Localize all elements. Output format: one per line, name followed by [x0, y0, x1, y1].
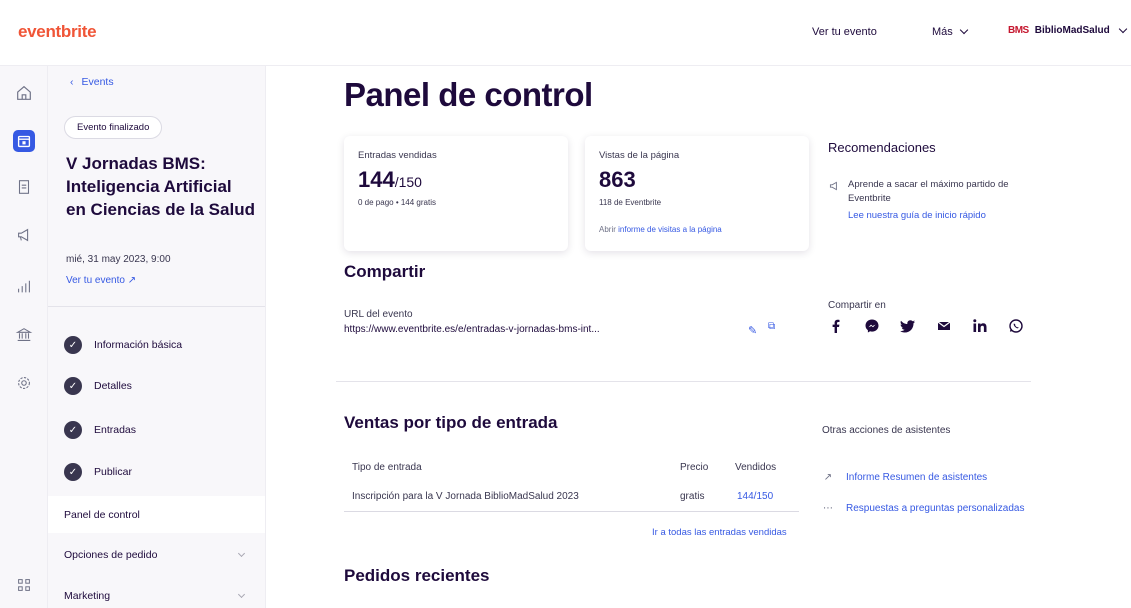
- recent-orders-title: Pedidos recientes: [344, 566, 490, 585]
- page-views-card: Vistas de la página 863 118 de Eventbrit…: [585, 136, 809, 251]
- whatsapp-icon[interactable]: [1008, 318, 1024, 334]
- share-title: Compartir: [344, 262, 426, 281]
- event-date: mié, 31 may 2023, 9:00: [66, 254, 171, 265]
- chevron-left-icon: ‹: [70, 76, 74, 88]
- org-name: BiblioMadSalud: [1034, 25, 1110, 36]
- all-tickets-sold-link[interactable]: Ir a todas las entradas vendidas: [652, 527, 787, 538]
- calendar-icon[interactable]: [13, 130, 35, 152]
- view-event-label: Ver tu evento: [66, 275, 125, 286]
- tickets-sold-value: 144/150: [358, 167, 422, 193]
- org-logo: BMS: [1008, 25, 1029, 36]
- megaphone-icon: [828, 180, 840, 195]
- tickets-sold-count: 144: [358, 167, 395, 192]
- step-tickets[interactable]: ✓ Entradas: [64, 421, 136, 439]
- event-title: V Jornadas BMS: Inteligencia Artificial …: [66, 154, 255, 219]
- icon-rail: [0, 66, 48, 608]
- gear-icon[interactable]: [13, 372, 35, 394]
- step-label: Información básica: [94, 339, 183, 351]
- attendee-actions-title: Otras acciones de asistentes: [822, 425, 951, 436]
- table-header-price: Precio: [680, 462, 709, 473]
- share-on-label: Compartir en: [828, 300, 886, 311]
- share-icons: [828, 318, 1044, 334]
- linkedin-icon[interactable]: [972, 318, 988, 334]
- table-row-divider: [344, 511, 799, 512]
- tickets-sold-card: Entradas vendidas 144/150 0 de pago • 14…: [344, 136, 568, 251]
- custom-questions-link[interactable]: ⋯ Respuestas a preguntas personalizadas: [822, 503, 1024, 514]
- table-header-sold: Vendidos: [735, 462, 777, 473]
- event-url-label: URL del evento: [344, 309, 413, 320]
- chevron-down-icon: [959, 25, 969, 35]
- divider: [48, 306, 265, 307]
- step-publish[interactable]: ✓ Publicar: [64, 463, 132, 481]
- back-label: Events: [81, 76, 114, 88]
- event-sidebar: ‹ Events Evento finalizado V Jornadas BMS…: [48, 66, 266, 608]
- facebook-icon[interactable]: [828, 318, 844, 334]
- attendee-summary-report-link[interactable]: ↗ Informe Resumen de asistentes: [822, 472, 987, 483]
- table-cell-price: gratis: [680, 491, 705, 502]
- recommendations-title: Recomendaciones: [828, 140, 936, 155]
- view-event-sidebar-link[interactable]: Ver tu evento ↗: [66, 275, 136, 286]
- home-icon[interactable]: [13, 82, 35, 104]
- page-title: Panel de control: [344, 76, 593, 113]
- recommendations-text: Aprende a sacar el máximo partido de Eve…: [848, 179, 1009, 204]
- page-views-value: 863: [599, 167, 636, 192]
- chevron-down-icon: [1118, 24, 1127, 33]
- chevron-down-icon: [237, 549, 246, 558]
- page-views-report: Abrir informe de visitas a la página: [599, 225, 722, 234]
- organization-menu[interactable]: BMS BiblioMadSalud: [1008, 24, 1127, 36]
- step-basic-info[interactable]: ✓ Información básica: [64, 336, 182, 354]
- page-views-label: Vistas de la página: [599, 150, 680, 161]
- email-icon[interactable]: [936, 318, 952, 334]
- back-to-events-link[interactable]: ‹ Events: [70, 76, 114, 88]
- sidebar-item-label: Marketing: [64, 590, 111, 602]
- tickets-total: /150: [394, 174, 422, 190]
- step-details[interactable]: ✓ Detalles: [64, 377, 132, 395]
- sidebar-item-marketing[interactable]: Marketing: [64, 590, 250, 602]
- step-label: Detalles: [94, 380, 132, 392]
- pencil-icon[interactable]: ✎: [748, 324, 757, 337]
- chevron-down-icon: [237, 590, 246, 599]
- megaphone-icon[interactable]: [13, 224, 35, 246]
- bar-chart-icon[interactable]: [13, 276, 35, 298]
- external-link-icon: ↗: [127, 275, 137, 286]
- sales-by-ticket-title: Ventas por tipo de entrada: [344, 413, 558, 432]
- apps-grid-icon[interactable]: [13, 574, 35, 596]
- section-divider: [336, 381, 1031, 382]
- sidebar-item-order-options[interactable]: Opciones de pedido: [64, 549, 250, 561]
- check-icon: ✓: [64, 421, 82, 439]
- step-label: Entradas: [94, 424, 137, 436]
- top-bar: eventbrite Ver tu evento Más BMS BiblioM…: [0, 0, 1131, 66]
- check-icon: ✓: [64, 377, 82, 395]
- line-chart-icon: ↗: [823, 472, 833, 483]
- action-label: Informe Resumen de asistentes: [846, 472, 988, 483]
- more-label: Más: [932, 26, 953, 38]
- table-cell-type: Inscripción para la V Jornada BiblioMadS…: [352, 491, 579, 502]
- check-icon: ✓: [64, 463, 82, 481]
- tickets-sold-label: Entradas vendidas: [358, 150, 437, 161]
- table-header-type: Tipo de entrada: [352, 462, 422, 473]
- quick-start-guide-link[interactable]: Lee nuestra guía de inicio rápido: [848, 210, 986, 221]
- check-icon: ✓: [64, 336, 82, 354]
- status-badge: Evento finalizado: [64, 116, 163, 139]
- table-cell-sold[interactable]: 144/150: [737, 491, 773, 502]
- messenger-icon[interactable]: [864, 318, 880, 334]
- tickets-breakdown: 0 de pago • 144 gratis: [358, 198, 436, 207]
- action-label: Respuestas a preguntas personalizadas: [846, 503, 1025, 514]
- sidebar-item-label: Opciones de pedido: [64, 549, 158, 561]
- sidebar-item-label: Panel de control: [64, 509, 140, 521]
- copy-icon[interactable]: ⧉: [768, 321, 775, 332]
- link-prefix: Abrir: [599, 225, 616, 234]
- chat-icon: ⋯: [823, 503, 833, 514]
- orders-list-icon[interactable]: [13, 176, 35, 198]
- more-menu[interactable]: Más: [932, 25, 969, 38]
- sidebar-item-dashboard[interactable]: Panel de control: [48, 496, 265, 533]
- page-views-breakdown: 118 de Eventbrite: [599, 198, 662, 207]
- step-label: Publicar: [94, 466, 132, 478]
- bank-icon[interactable]: [13, 324, 35, 346]
- eventbrite-logo[interactable]: eventbrite: [18, 22, 97, 42]
- twitter-icon[interactable]: [900, 318, 916, 334]
- view-event-link[interactable]: Ver tu evento: [812, 26, 877, 38]
- event-url-value: https://www.eventbrite.es/e/entradas-v-j…: [344, 324, 600, 335]
- page-views-report-link[interactable]: informe de visitas a la página: [618, 225, 722, 234]
